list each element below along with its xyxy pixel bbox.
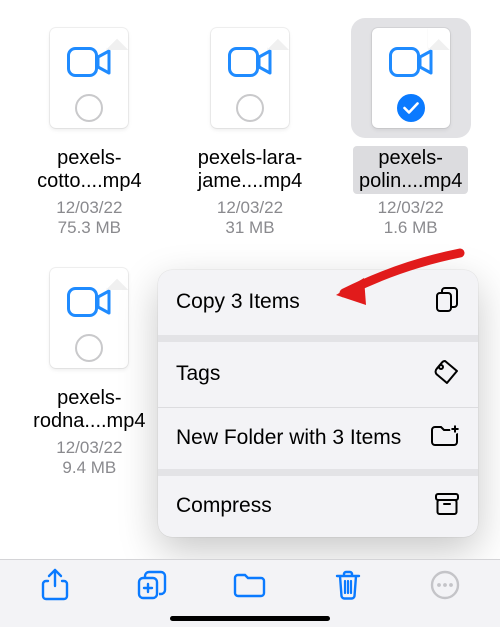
folder-button[interactable] xyxy=(228,566,272,610)
file-item[interactable]: pexels-polin....mp4 12/03/22 1.6 MB xyxy=(335,18,486,238)
copy-icon xyxy=(434,286,460,319)
video-icon xyxy=(67,287,111,317)
file-name: pexels-rodna....mp4 xyxy=(33,387,145,433)
menu-new-folder[interactable]: New Folder with 3 Items xyxy=(158,407,478,469)
file-name: pexels-polin....mp4 xyxy=(359,147,462,193)
more-button[interactable] xyxy=(423,566,467,610)
share-icon xyxy=(41,568,69,607)
file-date: 12/03/22 xyxy=(56,438,122,458)
file-thumbnail xyxy=(372,28,450,128)
file-thumbnail xyxy=(50,268,128,368)
tag-icon xyxy=(432,358,460,391)
file-size: 1.6 MB xyxy=(384,218,438,238)
video-icon xyxy=(228,47,272,77)
more-icon xyxy=(429,569,461,606)
trash-icon xyxy=(334,569,362,606)
archive-icon xyxy=(434,492,460,521)
file-name: pexels-lara-jame....mp4 xyxy=(198,147,302,193)
selection-circle[interactable] xyxy=(236,94,264,122)
context-menu: Copy 3 Items Tags New Folder with 3 Item… xyxy=(158,270,478,537)
video-icon xyxy=(67,47,111,77)
share-button[interactable] xyxy=(33,566,77,610)
duplicate-button[interactable] xyxy=(130,566,174,610)
folder-icon xyxy=(233,571,267,604)
selection-circle[interactable] xyxy=(75,94,103,122)
file-size: 75.3 MB xyxy=(58,218,121,238)
menu-label: New Folder with 3 Items xyxy=(176,426,421,450)
menu-compress[interactable]: Compress xyxy=(158,469,478,537)
new-folder-icon xyxy=(430,424,460,453)
file-size: 9.4 MB xyxy=(62,458,116,478)
file-date: 12/03/22 xyxy=(217,198,283,218)
selection-circle[interactable] xyxy=(75,334,103,362)
trash-button[interactable] xyxy=(326,566,370,610)
home-indicator[interactable] xyxy=(170,616,330,621)
selection-circle-checked[interactable] xyxy=(397,94,425,122)
file-item[interactable]: pexels-lara-jame....mp4 12/03/22 31 MB xyxy=(175,18,326,238)
menu-label: Tags xyxy=(176,362,240,386)
file-item[interactable]: pexels-rodna....mp4 12/03/22 9.4 MB xyxy=(14,258,165,478)
file-date: 12/03/22 xyxy=(56,198,122,218)
file-thumbnail xyxy=(211,28,289,128)
menu-label: Compress xyxy=(176,494,292,518)
file-item[interactable]: pexels-cotto....mp4 12/03/22 75.3 MB xyxy=(14,18,165,238)
file-thumbnail xyxy=(50,28,128,128)
file-size: 31 MB xyxy=(225,218,274,238)
file-date: 12/03/22 xyxy=(378,198,444,218)
menu-tags[interactable]: Tags xyxy=(158,335,478,407)
menu-label: Copy 3 Items xyxy=(176,290,320,314)
menu-copy[interactable]: Copy 3 Items xyxy=(158,270,478,335)
file-name: pexels-cotto....mp4 xyxy=(37,147,142,193)
duplicate-icon xyxy=(136,569,168,606)
video-icon xyxy=(389,47,433,77)
